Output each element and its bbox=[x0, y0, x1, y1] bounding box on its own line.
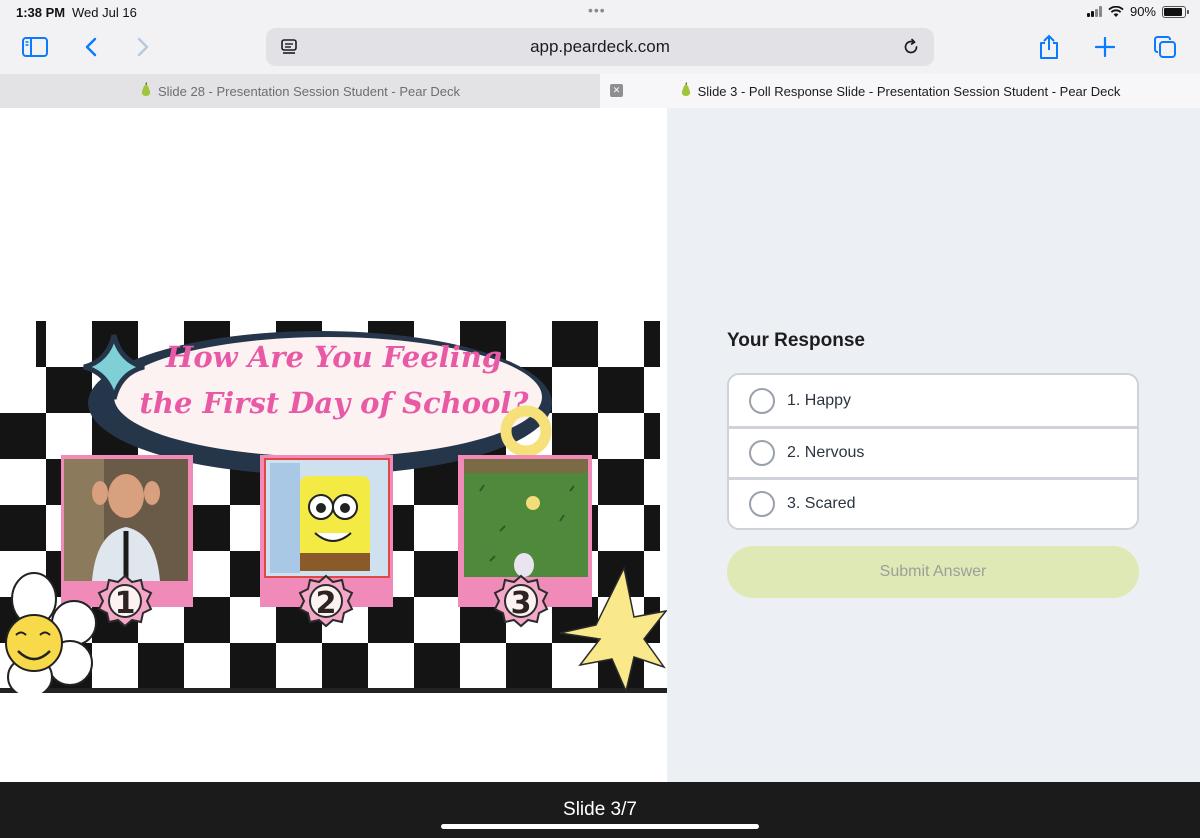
status-date: Wed Jul 16 bbox=[72, 5, 137, 20]
battery-level bbox=[1164, 7, 1182, 16]
tabs-icon bbox=[1154, 36, 1176, 58]
response-title: Your Response bbox=[727, 330, 865, 351]
poll-option-scared[interactable]: 3. Scared bbox=[729, 477, 1137, 528]
sidebar-toggle-button[interactable] bbox=[18, 32, 52, 62]
radio-button[interactable] bbox=[749, 491, 775, 517]
tab-slide-3[interactable]: ✕ Slide 3 - Poll Response Slide - Presen… bbox=[600, 74, 1200, 108]
share-icon bbox=[1040, 34, 1058, 59]
tab-slide-28[interactable]: Slide 28 - Presentation Session Student … bbox=[0, 74, 600, 108]
badge-3-label: 3 bbox=[511, 586, 532, 621]
multitasking-dots-icon[interactable]: ••• bbox=[588, 2, 606, 18]
battery-percentage: 90% bbox=[1129, 4, 1156, 19]
option-label: 1. Happy bbox=[787, 391, 852, 409]
battery-icon bbox=[1162, 5, 1189, 18]
tab-bar: Slide 28 - Presentation Session Student … bbox=[0, 74, 1200, 108]
wifi-icon bbox=[1108, 5, 1124, 17]
poll-option-nervous[interactable]: 2. Nervous bbox=[729, 426, 1137, 477]
badge-2-label: 2 bbox=[316, 586, 337, 621]
slide-footer: Slide 3/7 bbox=[0, 782, 1200, 838]
close-tab-icon[interactable]: ✕ bbox=[610, 84, 623, 97]
status-time: 1:38 PM bbox=[16, 5, 66, 20]
pear-favicon-icon bbox=[140, 82, 152, 100]
pear-favicon-icon bbox=[680, 82, 692, 100]
browser-toolbar: app.peardeck.com bbox=[0, 24, 1200, 74]
poll-option-happy[interactable]: 1. Happy bbox=[729, 375, 1137, 426]
slide-title-line-1: How Are You Feeling bbox=[165, 340, 502, 374]
sidebar-icon bbox=[22, 37, 48, 57]
address-bar[interactable]: app.peardeck.com bbox=[266, 28, 934, 66]
submit-answer-button[interactable]: Submit Answer bbox=[727, 546, 1139, 598]
status-bar: 1:38 PM Wed Jul 16 ••• 90% bbox=[0, 0, 1200, 24]
radio-button[interactable] bbox=[749, 440, 775, 466]
slide-image: How Are You Feeling the First Day of Sch… bbox=[0, 321, 667, 693]
poll-options: 1. Happy 2. Nervous 3. Scared bbox=[727, 373, 1139, 530]
forward-button[interactable] bbox=[126, 32, 160, 62]
radio-button[interactable] bbox=[749, 387, 775, 414]
option-label: 2. Nervous bbox=[787, 444, 865, 461]
option-label: 3. Scared bbox=[787, 495, 856, 512]
plus-icon bbox=[1095, 37, 1115, 57]
back-button[interactable] bbox=[74, 32, 108, 62]
share-button[interactable] bbox=[1032, 32, 1066, 62]
cellular-signal-icon bbox=[1086, 6, 1102, 17]
tab-overview-button[interactable] bbox=[1148, 32, 1182, 62]
tab-title: Slide 28 - Presentation Session Student … bbox=[157, 83, 461, 99]
slide-title-line-2: the First Day of School? bbox=[140, 386, 530, 420]
chevron-right-icon bbox=[137, 37, 149, 57]
response-pane: Your Response 1. Happy 2. Nervous 3. Sca… bbox=[667, 108, 1200, 782]
badge-1-label: 1 bbox=[115, 586, 136, 621]
slide-counter: Slide 3/7 bbox=[563, 799, 637, 820]
home-indicator[interactable] bbox=[441, 824, 759, 829]
chevron-left-icon bbox=[85, 37, 97, 57]
new-tab-button[interactable] bbox=[1088, 32, 1122, 62]
tab-title: Slide 3 - Poll Response Slide - Presenta… bbox=[697, 83, 1121, 99]
reload-icon[interactable] bbox=[900, 36, 922, 58]
address-url[interactable]: app.peardeck.com bbox=[266, 37, 934, 57]
status-indicators: 90% bbox=[1086, 4, 1189, 19]
slide-pane: How Are You Feeling the First Day of Sch… bbox=[0, 108, 667, 782]
